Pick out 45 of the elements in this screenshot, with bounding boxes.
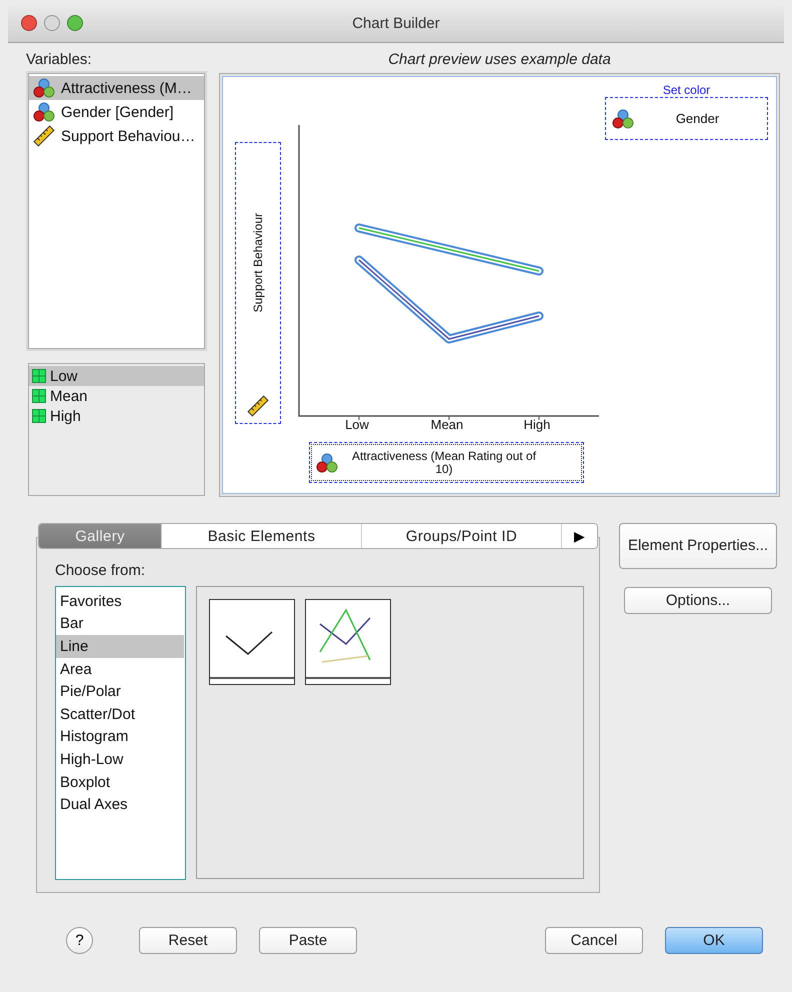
- nominal-variable-icon: [316, 452, 338, 474]
- axis-tick-label: High: [522, 417, 552, 432]
- nominal-variable-icon: [612, 108, 634, 130]
- y-axis-drop-zone[interactable]: Support Behaviour: [235, 142, 281, 424]
- category-item[interactable]: Low: [29, 366, 204, 386]
- chart-type-item[interactable]: Dual Axes: [56, 793, 184, 816]
- line-chart-thumbnail[interactable]: [305, 599, 391, 685]
- category-item[interactable]: High: [29, 406, 204, 426]
- x-axis-drop-zone[interactable]: Attractiveness (Mean Rating out of 10): [309, 442, 584, 483]
- chart-type-item[interactable]: Line: [56, 635, 184, 658]
- variables-label: Variables:: [26, 51, 93, 70]
- variable-item[interactable]: Support Behaviou…: [29, 124, 204, 148]
- dialog-button[interactable]: OK: [665, 927, 763, 954]
- window-title: Chart Builder: [352, 14, 440, 32]
- line-chart-thumbnail[interactable]: [209, 599, 295, 685]
- variable-item[interactable]: Gender [Gender]: [29, 100, 204, 124]
- close-button[interactable]: [21, 15, 37, 31]
- axis-tick-label: Low: [344, 417, 370, 432]
- nominal-variable-icon: [33, 101, 55, 123]
- dialog-button[interactable]: Reset: [139, 927, 237, 954]
- chart-type-item[interactable]: Pie/Polar: [56, 680, 184, 703]
- dialog-button[interactable]: Paste: [259, 927, 357, 954]
- chart-type-item[interactable]: Histogram: [56, 726, 184, 748]
- chart-type-item[interactable]: Favorites: [56, 590, 184, 613]
- chart-type-item[interactable]: High-Low: [56, 748, 184, 771]
- zoom-button[interactable]: [67, 15, 83, 31]
- dialog-button[interactable]: Cancel: [545, 927, 643, 954]
- options-button[interactable]: Options...: [624, 587, 772, 614]
- element-properties-button[interactable]: Element Properties...: [619, 523, 777, 569]
- variable-item[interactable]: Attractiveness (M…: [29, 76, 204, 100]
- preview-caption: Chart preview uses example data: [387, 51, 612, 70]
- category-item[interactable]: Mean: [29, 386, 204, 406]
- category-icon: [32, 389, 46, 403]
- chart-type-item[interactable]: Scatter/Dot: [56, 702, 184, 726]
- color-drop-zone[interactable]: Gender: [605, 97, 768, 140]
- nominal-variable-icon: [33, 77, 55, 99]
- chart-type-item[interactable]: Boxplot: [56, 770, 184, 794]
- chart-type-item[interactable]: Bar: [56, 612, 184, 636]
- axis-tick-label: Mean: [430, 417, 464, 432]
- chart-type-item[interactable]: Area: [56, 658, 184, 680]
- category-icon: [32, 409, 46, 423]
- choose-from-label: Choose from:: [55, 562, 146, 581]
- set-color-label: Set color: [662, 83, 710, 97]
- category-icon: [32, 369, 46, 383]
- help-button[interactable]: ?: [66, 927, 93, 954]
